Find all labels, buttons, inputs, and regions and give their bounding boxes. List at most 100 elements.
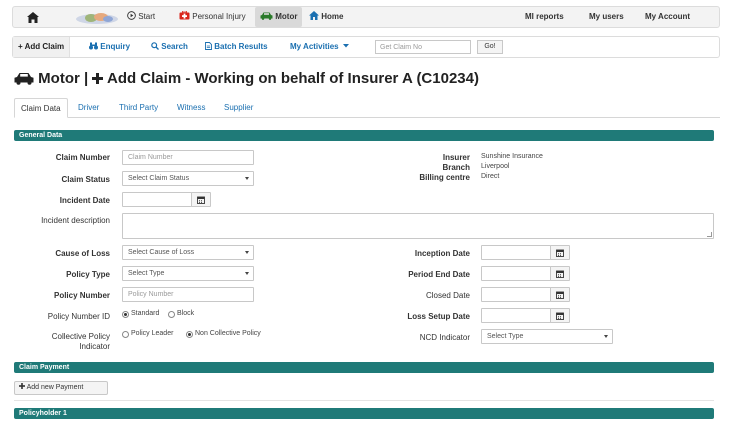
claim-number-label: Claim Number — [55, 153, 110, 162]
policy-type-select[interactable]: Select Type — [122, 266, 254, 281]
calendar-icon — [556, 291, 564, 299]
inception-date-label: Inception Date — [414, 249, 470, 258]
inception-date-field[interactable] — [481, 245, 551, 260]
radio-policy-leader-label: Policy Leader — [131, 330, 174, 337]
closed-date-label: Closed Date — [425, 291, 470, 300]
cause-of-loss-label: Cause of Loss — [55, 249, 110, 258]
claim-status-value: Select Claim Status — [128, 175, 190, 182]
radio-policy-leader[interactable] — [122, 331, 129, 338]
closed-date-field[interactable] — [481, 287, 551, 302]
divider — [14, 400, 714, 401]
nav-start[interactable]: Start — [127, 7, 155, 27]
claim-number-lookup-input[interactable]: Get Claim No — [375, 40, 471, 54]
ncd-indicator-label: NCD Indicator — [419, 333, 470, 342]
incident-description-label: Incident description — [41, 216, 110, 225]
cause-of-loss-select[interactable]: Select Cause of Loss — [122, 245, 254, 260]
policy-number-label: Policy Number — [53, 291, 110, 300]
radio-non-collective-label: Non Collective Policy — [195, 330, 261, 337]
claim-status-select[interactable]: Select Claim Status — [122, 171, 254, 186]
add-new-payment-button[interactable]: Add new Payment — [14, 381, 108, 395]
home-icon[interactable] — [27, 12, 39, 23]
nav-mi-reports[interactable]: MI reports — [525, 7, 564, 27]
policy-type-label: Policy Type — [66, 270, 110, 279]
nav-start-label: Start — [138, 12, 156, 21]
search-link[interactable]: Search — [151, 37, 188, 57]
radio-block-label: Block — [177, 310, 195, 317]
chevron-down-icon — [342, 44, 349, 48]
chevron-down-icon — [604, 335, 608, 338]
calendar-icon — [197, 196, 205, 204]
search-label: Search — [161, 42, 188, 51]
cause-of-loss-value: Select Cause of Loss — [128, 249, 195, 256]
nav-personal-injury[interactable]: Personal Injury — [179, 7, 246, 27]
ncd-indicator-select[interactable]: Select Type — [481, 329, 613, 344]
action-navbar: + Add Claim Enquiry Search Batch Results… — [12, 36, 720, 58]
nav-my-account[interactable]: My Account — [645, 7, 690, 27]
first-aid-icon — [179, 10, 190, 20]
enquiry-link[interactable]: Enquiry — [89, 37, 130, 57]
radio-block[interactable] — [168, 311, 175, 318]
claim-payment-header: Claim Payment — [14, 362, 714, 373]
add-claim-button[interactable]: + Add Claim — [13, 37, 71, 57]
radio-standard[interactable] — [122, 311, 129, 318]
page-title-prefix: Motor | — [38, 70, 93, 87]
enquiry-label: Enquiry — [100, 42, 131, 51]
incident-description-textarea[interactable] — [122, 213, 714, 239]
billing-centre-value: Direct — [481, 173, 500, 180]
tab-third-party[interactable]: Third Party — [113, 98, 164, 118]
ncd-indicator-value: Select Type — [487, 333, 524, 340]
calendar-icon — [556, 312, 564, 320]
chevron-down-icon — [245, 177, 249, 180]
incident-date-calendar-button[interactable] — [191, 192, 211, 207]
tab-driver[interactable]: Driver — [72, 98, 105, 118]
nav-home[interactable]: Home — [309, 7, 343, 27]
collective-policy-label: Collective Policy — [51, 332, 110, 341]
tab-supplier[interactable]: Supplier — [218, 98, 259, 118]
brand-logo[interactable] — [75, 10, 119, 25]
car-icon — [14, 73, 34, 85]
resize-handle-icon[interactable] — [707, 232, 712, 237]
collective-policy-label-2: Indicator — [79, 342, 110, 351]
closed-date-calendar-button[interactable] — [550, 287, 570, 302]
period-end-date-calendar-button[interactable] — [550, 266, 570, 281]
nav-motor[interactable]: Motor — [255, 7, 303, 27]
chevron-down-icon — [245, 251, 249, 254]
branch-label: Branch — [442, 163, 470, 172]
car-icon — [260, 12, 273, 20]
go-button[interactable]: Go! — [477, 40, 503, 54]
tab-claim-data[interactable]: Claim Data — [14, 98, 68, 118]
radio-standard-label: Standard — [131, 310, 160, 317]
calendar-icon — [556, 270, 564, 278]
chevron-down-icon — [245, 272, 249, 275]
nav-my-users[interactable]: My users — [589, 7, 624, 27]
insurer-value: Sunshine Insurance — [481, 153, 543, 160]
inception-date-calendar-button[interactable] — [550, 245, 570, 260]
incident-date-field[interactable] — [122, 192, 192, 207]
add-new-payment-label: Add new Payment — [26, 384, 84, 391]
loss-setup-date-calendar-button[interactable] — [550, 308, 570, 323]
document-icon — [205, 42, 212, 50]
calendar-icon — [556, 249, 564, 257]
top-navbar: Start Personal Injury Motor Home MI repo… — [12, 6, 720, 28]
batch-results-link[interactable]: Batch Results — [205, 37, 268, 57]
policy-number-id-label: Policy Number ID — [47, 312, 110, 321]
claim-number-field[interactable]: Claim Number — [122, 150, 254, 165]
tab-witness[interactable]: Witness — [171, 98, 211, 118]
nav-personal-injury-label: Personal Injury — [192, 12, 246, 21]
loss-setup-date-field[interactable] — [481, 308, 551, 323]
my-activities-label: My Activities — [290, 42, 339, 51]
insurer-label: Insurer — [442, 153, 470, 162]
policy-number-field[interactable]: Policy Number — [122, 287, 254, 302]
period-end-date-field[interactable] — [481, 266, 551, 281]
policy-type-value: Select Type — [128, 270, 165, 277]
general-data-header: General Data — [14, 130, 714, 141]
nav-motor-label: Motor — [275, 12, 298, 21]
radio-non-collective[interactable] — [186, 331, 193, 338]
house-icon — [309, 11, 319, 20]
my-activities-dropdown[interactable]: My Activities — [290, 37, 349, 57]
nav-home-label: Home — [321, 12, 344, 21]
claim-tabs: Claim Data Driver Third Party Witness Su… — [14, 98, 720, 118]
branch-value: Liverpool — [481, 163, 510, 170]
policyholder-header: Policyholder 1 — [14, 408, 714, 419]
plus-icon — [92, 73, 104, 84]
